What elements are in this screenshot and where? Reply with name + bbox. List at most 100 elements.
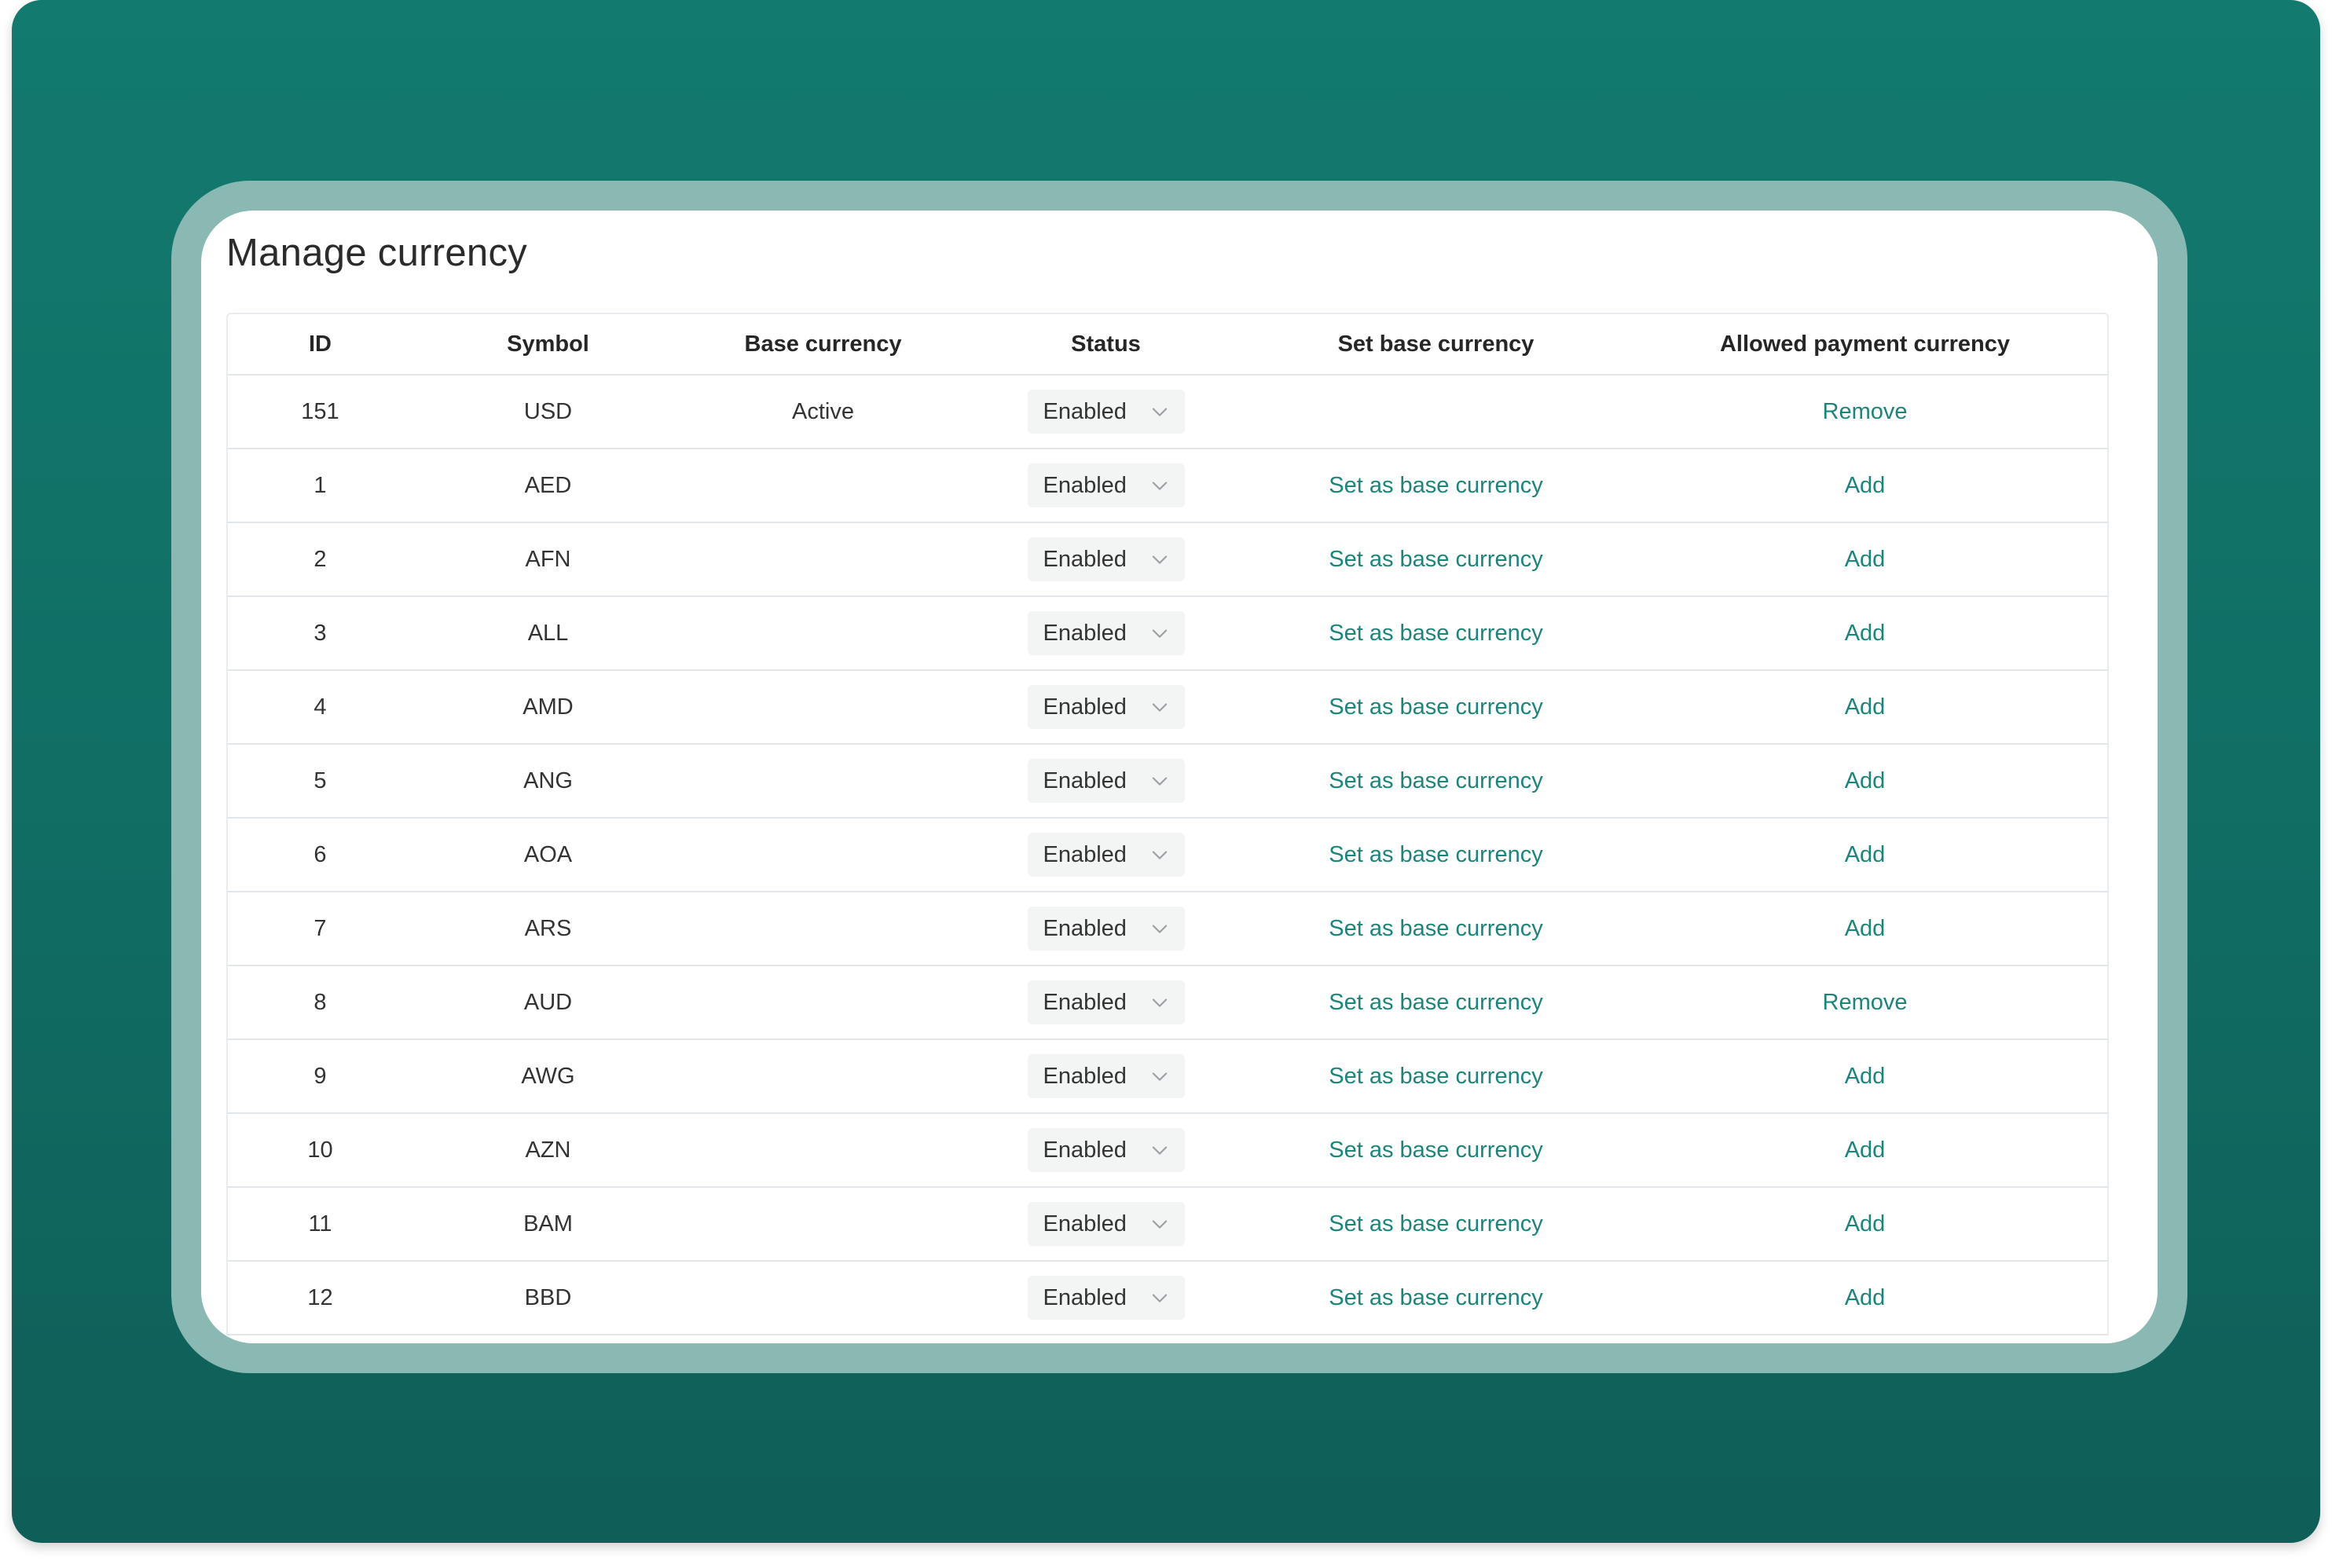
cell-status: Enabled bbox=[962, 1113, 1249, 1188]
set-as-base-currency-link[interactable]: Set as base currency bbox=[1329, 1211, 1542, 1236]
cell-set-base-currency: Set as base currency bbox=[1249, 449, 1622, 523]
add-payment-currency-link[interactable]: Add bbox=[1845, 1285, 1886, 1310]
status-dropdown[interactable]: Enabled bbox=[1027, 611, 1185, 655]
cell-base-currency bbox=[684, 818, 962, 892]
set-as-base-currency-link[interactable]: Set as base currency bbox=[1329, 842, 1542, 867]
set-as-base-currency-link[interactable]: Set as base currency bbox=[1329, 916, 1542, 941]
set-as-base-currency-link[interactable]: Set as base currency bbox=[1329, 1064, 1542, 1089]
table-row: 6 AOA Enabled Set as base currency Add bbox=[228, 818, 2107, 892]
cell-status: Enabled bbox=[962, 670, 1249, 745]
add-payment-currency-link[interactable]: Add bbox=[1845, 547, 1886, 572]
cell-id: 7 bbox=[228, 892, 412, 966]
column-header-base-currency: Base currency bbox=[684, 314, 962, 376]
status-dropdown[interactable]: Enabled bbox=[1027, 833, 1185, 877]
manage-currency-card: Manage currency ID Symbol Base currency … bbox=[201, 211, 2158, 1343]
status-dropdown[interactable]: Enabled bbox=[1027, 980, 1185, 1024]
cell-base-currency bbox=[684, 965, 962, 1040]
chevron-down-icon bbox=[1149, 474, 1171, 496]
cell-symbol: BAM bbox=[412, 1187, 684, 1262]
set-as-base-currency-link[interactable]: Set as base currency bbox=[1329, 694, 1542, 720]
cell-set-base-currency: Set as base currency bbox=[1249, 818, 1622, 892]
page-title: Manage currency bbox=[226, 232, 528, 274]
status-dropdown[interactable]: Enabled bbox=[1027, 907, 1185, 951]
cell-symbol: USD bbox=[412, 375, 684, 449]
set-as-base-currency-link[interactable]: Set as base currency bbox=[1329, 768, 1542, 793]
cell-allowed-payment-currency: Add bbox=[1622, 670, 2107, 745]
cell-status: Enabled bbox=[962, 522, 1249, 597]
chevron-down-icon bbox=[1149, 548, 1171, 570]
cell-allowed-payment-currency: Add bbox=[1622, 522, 2107, 597]
set-as-base-currency-link[interactable]: Set as base currency bbox=[1329, 1285, 1542, 1310]
status-dropdown-value: Enabled bbox=[1043, 915, 1127, 941]
column-header-symbol: Symbol bbox=[412, 314, 684, 376]
cell-allowed-payment-currency: Remove bbox=[1622, 375, 2107, 449]
cell-id: 10 bbox=[228, 1113, 412, 1188]
cell-allowed-payment-currency: Add bbox=[1622, 596, 2107, 671]
cell-set-base-currency: Set as base currency bbox=[1249, 522, 1622, 597]
cell-set-base-currency: Set as base currency bbox=[1249, 892, 1622, 966]
cell-base-currency bbox=[684, 670, 962, 745]
status-dropdown[interactable]: Enabled bbox=[1027, 1128, 1185, 1172]
cell-base-currency bbox=[684, 449, 962, 523]
cell-base-currency bbox=[684, 1261, 962, 1335]
set-as-base-currency-link[interactable]: Set as base currency bbox=[1329, 990, 1542, 1015]
add-payment-currency-link[interactable]: Add bbox=[1845, 768, 1886, 793]
status-dropdown[interactable]: Enabled bbox=[1027, 390, 1185, 434]
set-as-base-currency-link[interactable]: Set as base currency bbox=[1329, 1138, 1542, 1163]
add-payment-currency-link[interactable]: Add bbox=[1845, 842, 1886, 867]
add-payment-currency-link[interactable]: Add bbox=[1845, 1211, 1886, 1236]
cell-base-currency bbox=[684, 1187, 962, 1262]
add-payment-currency-link[interactable]: Add bbox=[1845, 694, 1886, 720]
status-dropdown[interactable]: Enabled bbox=[1027, 685, 1185, 729]
cell-set-base-currency: Set as base currency bbox=[1249, 1261, 1622, 1335]
add-payment-currency-link[interactable]: Add bbox=[1845, 621, 1886, 646]
cell-id: 151 bbox=[228, 375, 412, 449]
status-dropdown[interactable]: Enabled bbox=[1027, 537, 1185, 581]
cell-set-base-currency: Set as base currency bbox=[1249, 1039, 1622, 1114]
remove-payment-currency-link[interactable]: Remove bbox=[1823, 399, 1908, 424]
status-dropdown-value: Enabled bbox=[1043, 472, 1127, 498]
add-payment-currency-link[interactable]: Add bbox=[1845, 1064, 1886, 1089]
add-payment-currency-link[interactable]: Add bbox=[1845, 916, 1886, 941]
cell-set-base-currency: Set as base currency bbox=[1249, 965, 1622, 1040]
table-row: 151 USD Active Enabled Remove bbox=[228, 375, 2107, 449]
set-as-base-currency-link[interactable]: Set as base currency bbox=[1329, 621, 1542, 646]
status-dropdown[interactable]: Enabled bbox=[1027, 463, 1185, 507]
status-dropdown-value: Enabled bbox=[1043, 841, 1127, 867]
table-row: 2 AFN Enabled Set as base currency Add bbox=[228, 522, 2107, 597]
cell-status: Enabled bbox=[962, 449, 1249, 523]
cell-status: Enabled bbox=[962, 596, 1249, 671]
cell-id: 1 bbox=[228, 449, 412, 523]
status-dropdown[interactable]: Enabled bbox=[1027, 759, 1185, 803]
card-frame: Manage currency ID Symbol Base currency … bbox=[171, 181, 2187, 1373]
cell-base-currency bbox=[684, 1039, 962, 1114]
column-header-status: Status bbox=[962, 314, 1249, 376]
cell-base-currency bbox=[684, 596, 962, 671]
status-dropdown[interactable]: Enabled bbox=[1027, 1054, 1185, 1098]
cell-set-base-currency: Set as base currency bbox=[1249, 1113, 1622, 1188]
cell-symbol: AFN bbox=[412, 522, 684, 597]
status-dropdown-value: Enabled bbox=[1043, 1063, 1127, 1089]
set-as-base-currency-link[interactable]: Set as base currency bbox=[1329, 473, 1542, 498]
cell-status: Enabled bbox=[962, 375, 1249, 449]
table-row: 10 AZN Enabled Set as base currency Add bbox=[228, 1113, 2107, 1188]
add-payment-currency-link[interactable]: Add bbox=[1845, 1138, 1886, 1163]
set-as-base-currency-link[interactable]: Set as base currency bbox=[1329, 547, 1542, 572]
remove-payment-currency-link[interactable]: Remove bbox=[1823, 990, 1908, 1015]
cell-set-base-currency bbox=[1249, 375, 1622, 449]
cell-id: 6 bbox=[228, 818, 412, 892]
currency-table: ID Symbol Base currency Status Set base … bbox=[228, 314, 2107, 1335]
table-row: 7 ARS Enabled Set as base currency Add bbox=[228, 892, 2107, 966]
cell-allowed-payment-currency: Add bbox=[1622, 1261, 2107, 1335]
cell-id: 12 bbox=[228, 1261, 412, 1335]
status-dropdown[interactable]: Enabled bbox=[1027, 1202, 1185, 1246]
status-dropdown[interactable]: Enabled bbox=[1027, 1276, 1185, 1320]
column-header-allowed-payment-currency: Allowed payment currency bbox=[1622, 314, 2107, 376]
cell-symbol: AUD bbox=[412, 965, 684, 1040]
cell-allowed-payment-currency: Add bbox=[1622, 744, 2107, 819]
table-row: 11 BAM Enabled Set as base currency Add bbox=[228, 1187, 2107, 1262]
add-payment-currency-link[interactable]: Add bbox=[1845, 473, 1886, 498]
cell-symbol: AOA bbox=[412, 818, 684, 892]
cell-allowed-payment-currency: Add bbox=[1622, 449, 2107, 523]
column-header-set-base-currency: Set base currency bbox=[1249, 314, 1622, 376]
